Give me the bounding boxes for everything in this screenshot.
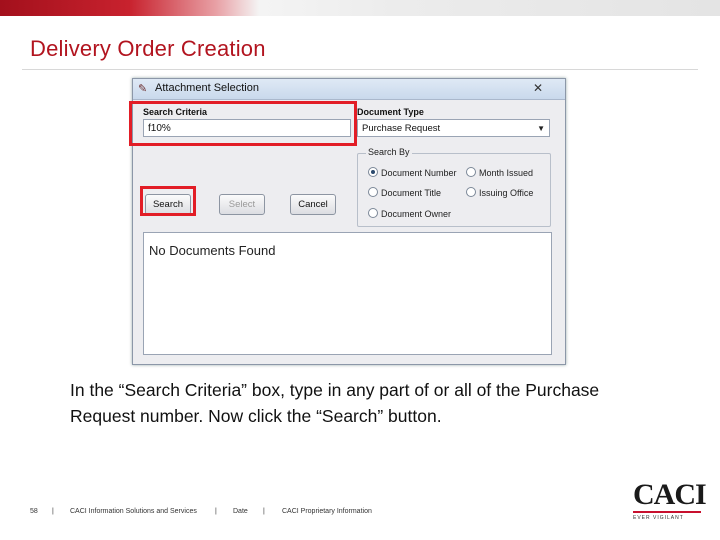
results-list[interactable]: No Documents Found [143,232,552,355]
dialog-titlebar: ✎ Attachment Selection ✕ [133,79,565,100]
dialog-title: Attachment Selection [155,82,259,94]
title-divider [22,69,698,70]
radio-document-title[interactable]: Document Title [368,187,441,198]
search-by-label: Search By [366,147,412,157]
footer-company: CACI Information Solutions and Services [70,508,197,515]
radio-document-number[interactable]: Document Number [368,167,457,178]
results-message: No Documents Found [149,243,276,258]
app-icon: ✎ [138,82,148,95]
radio-icon [466,167,476,177]
footer-separator: | [215,508,217,515]
radio-label: Month Issued [479,168,534,178]
radio-icon [368,187,378,197]
cancel-button[interactable]: Cancel [290,194,336,215]
search-button-highlight [140,186,196,216]
radio-issuing-office[interactable]: Issuing Office [466,187,533,198]
chevron-down-icon[interactable]: ▼ [537,120,545,138]
footer-date: Date [233,508,248,515]
close-icon[interactable]: ✕ [531,81,545,95]
page-number: 58 [30,508,38,515]
radio-document-owner[interactable]: Document Owner [368,208,451,219]
radio-icon [466,187,476,197]
search-criteria-highlight [129,101,357,146]
logo-underline [633,511,701,513]
footer-separator: | [52,508,54,515]
radio-label: Document Owner [381,209,452,219]
radio-icon [368,208,378,218]
logo-tagline: EVER VIGILANT [633,515,684,521]
footer-proprietary: CACI Proprietary Information [282,508,372,515]
select-button[interactable]: Select [219,194,265,215]
footer-separator: | [263,508,265,515]
instruction-text: In the “Search Criteria” box, type in an… [70,380,600,426]
radio-month-issued[interactable]: Month Issued [466,167,533,178]
logo-wordmark: CACI [633,478,707,511]
radio-selected-icon [368,167,378,177]
top-banner [0,0,720,16]
document-type-label: Document Type [357,107,424,117]
radio-label: Document Number [381,168,457,178]
slide-title: Delivery Order Creation [30,36,266,61]
caci-logo: CACI EVER VIGILANT [633,478,707,524]
radio-label: Document Title [381,188,442,198]
document-type-value: Purchase Request [362,123,441,134]
search-by-group: Search By Document Number Month Issued D… [357,147,551,227]
document-type-select[interactable]: Purchase Request ▼ [357,119,550,137]
radio-label: Issuing Office [479,188,534,198]
